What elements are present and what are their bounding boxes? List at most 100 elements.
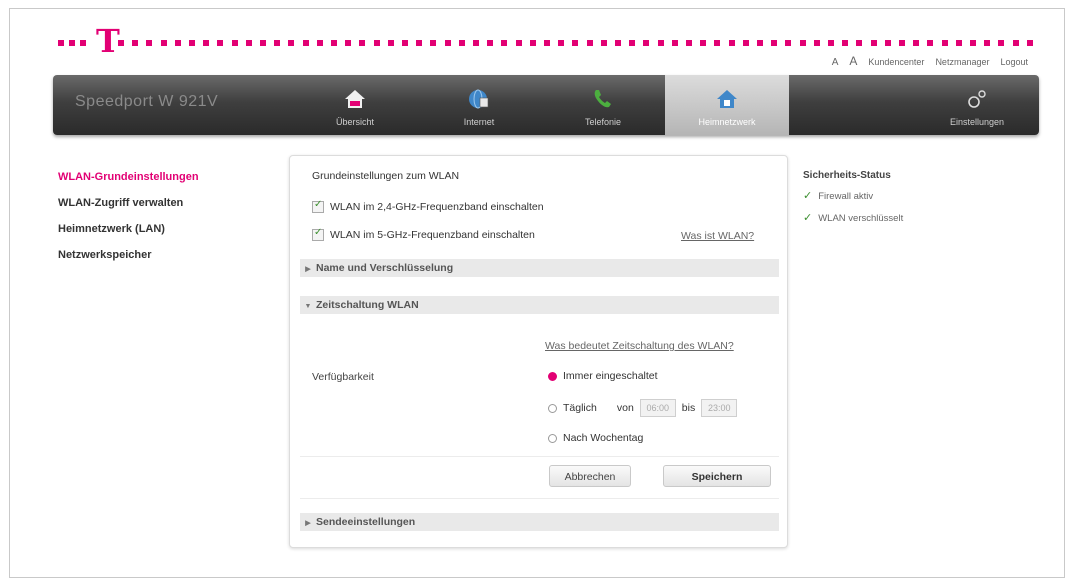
- main-navigation: Speedport W 921V Übersicht Internet Tele…: [53, 75, 1039, 135]
- logo-dot: [942, 40, 948, 46]
- globe-icon: [469, 89, 489, 109]
- section-zeitschaltung[interactable]: ▼ Zeitschaltung WLAN: [300, 296, 779, 314]
- logo-dot: [927, 40, 933, 46]
- section-zeitschaltung-label: Zeitschaltung WLAN: [316, 299, 419, 311]
- logo-dot: [558, 40, 564, 46]
- chevron-right-icon: ▶: [305, 266, 311, 273]
- logo-dot: [345, 40, 351, 46]
- font-smaller-link[interactable]: A: [832, 57, 839, 68]
- cancel-button[interactable]: Abbrechen: [549, 465, 631, 487]
- checkbox-checked-icon: [312, 199, 324, 213]
- logo-dot: [189, 40, 195, 46]
- logo-dot: [856, 40, 862, 46]
- logo-dot: [402, 40, 408, 46]
- logo-dot: [69, 40, 75, 46]
- to-time-input[interactable]: 23:00: [701, 399, 738, 417]
- logo-dot: [359, 40, 365, 46]
- font-larger-link[interactable]: A: [849, 54, 857, 68]
- logo-dot: [161, 40, 167, 46]
- logo-dot: [601, 40, 607, 46]
- tab-uebersicht[interactable]: Übersicht: [293, 75, 417, 135]
- logo-dot: [331, 40, 337, 46]
- logo-dot: [58, 40, 64, 46]
- logo-dot: [1013, 40, 1019, 46]
- logo-dot: [260, 40, 266, 46]
- status-firewall-label: Firewall aktiv: [818, 191, 874, 202]
- logo-dot: [80, 40, 86, 46]
- tab-telefonie-label: Telefonie: [584, 117, 622, 127]
- radio-daily[interactable]: Täglich von 06:00 bis 23:00: [548, 399, 738, 417]
- logo-dot: [672, 40, 678, 46]
- radio-unselected-icon: [548, 403, 557, 413]
- radio-always-on-label: Immer eingeschaltet: [563, 370, 658, 382]
- radio-unselected-icon: [548, 433, 557, 443]
- logo-dot: [913, 40, 919, 46]
- save-button[interactable]: Speichern: [663, 465, 771, 487]
- tab-einstellungen[interactable]: Einstellungen: [915, 75, 1039, 135]
- tab-einstellungen-label: Einstellungen: [949, 117, 1005, 127]
- security-status-title: Sicherheits-Status: [803, 170, 891, 181]
- logo-dot: [871, 40, 877, 46]
- logo-dot: [629, 40, 635, 46]
- logo-dot: [743, 40, 749, 46]
- logo-dot: [956, 40, 962, 46]
- logo-dot: [771, 40, 777, 46]
- check-icon: ✓: [803, 212, 813, 224]
- section-name-verschluesselung[interactable]: ▶ Name und Verschlüsselung: [300, 259, 779, 277]
- logo-dot: [544, 40, 550, 46]
- logo-dot: [232, 40, 238, 46]
- section-name-verschluesselung-label: Name und Verschlüsselung: [316, 262, 454, 274]
- availability-label: Verfügbarkeit: [312, 371, 374, 383]
- logo-dot: [516, 40, 522, 46]
- logout-link[interactable]: Logout: [1000, 57, 1028, 67]
- from-time-input[interactable]: 06:00: [639, 399, 676, 417]
- home-icon: [345, 90, 365, 108]
- logo-dot: [146, 40, 152, 46]
- logo-dot: [175, 40, 181, 46]
- logo-dot: [132, 40, 138, 46]
- wlan-24ghz-checkbox[interactable]: WLAN im 2,4-GHz-Frequenzband einschalten: [312, 199, 544, 213]
- logo-dot: [800, 40, 806, 46]
- section-sendeeinstellungen[interactable]: ▶ Sendeeinstellungen: [300, 513, 779, 531]
- logo-dot: [757, 40, 763, 46]
- phone-icon: [594, 90, 611, 108]
- logo-dot: [374, 40, 380, 46]
- kundencenter-link[interactable]: Kundencenter: [868, 57, 924, 67]
- logo-dot: [885, 40, 891, 46]
- timer-help-link[interactable]: Was bedeutet Zeitschaltung des WLAN?: [545, 340, 734, 352]
- logo-dot: [658, 40, 664, 46]
- what-is-wlan-link[interactable]: Was ist WLAN?: [681, 230, 754, 242]
- logo-dot: [899, 40, 905, 46]
- tab-internet[interactable]: Internet: [417, 75, 541, 135]
- radio-daily-label: Täglich: [563, 402, 597, 414]
- logo-dot: [615, 40, 621, 46]
- logo-dot: [587, 40, 593, 46]
- logo-dot: [203, 40, 209, 46]
- gear-icon: [968, 90, 986, 108]
- sidebar-item-wlan-zugriff[interactable]: WLAN-Zugriff verwalten: [58, 196, 199, 222]
- device-name: Speedport W 921V: [75, 93, 219, 110]
- settings-panel: Grundeinstellungen zum WLAN WLAN im 2,4-…: [289, 155, 788, 548]
- netzmanager-link[interactable]: Netzmanager: [935, 57, 989, 67]
- wlan-24ghz-label: WLAN im 2,4-GHz-Frequenzband einschalten: [330, 201, 544, 213]
- sidebar-item-heimnetzwerk-lan[interactable]: Heimnetzwerk (LAN): [58, 222, 199, 248]
- tab-heimnetzwerk[interactable]: Heimnetzwerk: [665, 75, 789, 135]
- telekom-logo: T: [58, 25, 1038, 57]
- logo-dot: [217, 40, 223, 46]
- status-wlan-label: WLAN verschlüsselt: [818, 213, 904, 224]
- sidebar-item-wlan-grundeinstellungen[interactable]: WLAN-Grundeinstellungen: [58, 170, 199, 196]
- sidebar-item-netzwerkspeicher[interactable]: Netzwerkspeicher: [58, 248, 199, 274]
- sidebar: WLAN-Grundeinstellungen WLAN-Zugriff ver…: [58, 170, 199, 274]
- radio-weekday[interactable]: Nach Wochentag: [548, 432, 643, 444]
- wlan-5ghz-checkbox[interactable]: WLAN im 5-GHz-Frequenzband einschalten: [312, 227, 535, 241]
- to-label: bis: [681, 402, 696, 414]
- logo-dot: [785, 40, 791, 46]
- chevron-right-icon: ▶: [305, 520, 311, 527]
- logo-dot: [828, 40, 834, 46]
- logo-dot: [572, 40, 578, 46]
- top-links: A A Kundencenter Netzmanager Logout: [832, 54, 1028, 68]
- tab-telefonie[interactable]: Telefonie: [541, 75, 665, 135]
- logo-dot: [530, 40, 536, 46]
- radio-always-on[interactable]: Immer eingeschaltet: [548, 370, 658, 382]
- status-item-wlan: ✓ WLAN verschlüsselt: [803, 213, 903, 235]
